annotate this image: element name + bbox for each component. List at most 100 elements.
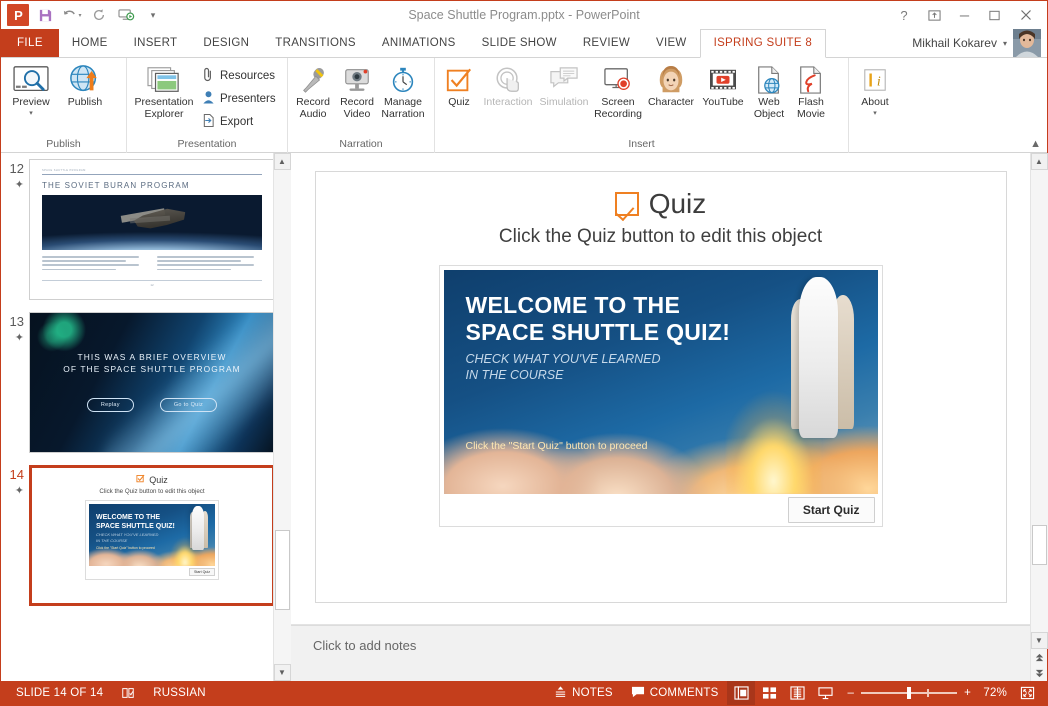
animation-star-icon[interactable]: ✦ [5,178,24,192]
slide-thumbnail-12[interactable]: SPACE SHUTTLE PROGRAM THE SOVIET BURAN P… [29,159,275,300]
previous-slide-button[interactable] [1031,649,1048,665]
help-button[interactable]: ? [889,3,919,27]
scroll-up-arrow-icon[interactable]: ▲ [273,153,291,170]
ribbon-group-narration: Record Audio Record Video Manage Narrati… [288,58,435,153]
slide-thumbnail-14[interactable]: Quiz Click the Quiz button to edit this … [29,465,275,606]
next-slide-button[interactable] [1031,665,1048,681]
list-item[interactable]: 14 ✦ Quiz Click the Quiz button to edit [1,465,290,618]
tab-slide-show[interactable]: SLIDE SHOW [469,29,570,57]
record-audio-button[interactable]: Record Audio [291,61,335,120]
thumbnail-number: 12 [9,161,24,176]
tab-home[interactable]: HOME [59,29,121,57]
tab-view[interactable]: VIEW [643,29,700,57]
reading-view-button[interactable] [783,681,811,705]
zoom-percent[interactable]: 72% [979,687,1007,699]
animation-star-icon[interactable]: ✦ [5,484,24,498]
comments-toggle-button[interactable]: COMMENTS [622,681,728,705]
notes-pane[interactable]: Click to add notes [291,625,1030,681]
interaction-button[interactable]: Interaction [480,61,536,109]
simulation-dialog-icon [549,63,579,97]
slide-subtitle-bold: Quiz [577,226,617,247]
flash-movie-button[interactable]: Flash Movie [790,61,832,120]
scroll-thumb[interactable] [274,530,290,610]
publish-button[interactable]: Publish [58,61,112,109]
zoom-in-button[interactable]: + [964,687,971,699]
scroll-down-arrow-icon[interactable]: ▼ [273,664,291,681]
resources-button[interactable]: Resources [198,64,280,87]
account-caret-icon[interactable]: ▾ [1003,39,1007,48]
zoom-midpoint-tick [927,689,929,698]
character-button[interactable]: Character [644,61,698,109]
zoom-out-button[interactable]: – [847,687,854,699]
about-button[interactable]: i About ▾ [852,61,898,117]
maximize-button[interactable] [979,3,1009,27]
screen-recording-button[interactable]: Screen Recording [592,61,644,120]
list-item[interactable]: 13 ✦ THIS WAS A BRIEF OVERVIEW OF THE SP… [1,312,290,465]
quiz-object-card[interactable]: WELCOME TO THE SPACE SHUTTLE QUIZ! CHECK… [438,265,883,527]
scroll-thumb[interactable] [1031,525,1047,565]
tab-design[interactable]: DESIGN [190,29,262,57]
record-audio-label: Record Audio [296,96,330,120]
web-object-button[interactable]: Web Object [748,61,790,120]
undo-icon[interactable]: ▾ [59,3,85,27]
close-button[interactable] [1009,3,1043,27]
start-presentation-icon[interactable] [113,3,139,27]
zoom-handle[interactable] [907,687,912,700]
scroll-down-arrow-icon[interactable]: ▼ [1030,632,1048,649]
ribbon-display-options-button[interactable] [919,3,949,27]
tab-review[interactable]: REVIEW [570,29,643,57]
tab-ispring-suite-8[interactable]: ISPRING SUITE 8 [699,29,827,58]
slide-canvas[interactable]: Quiz Click the Quiz button to edit this … [314,171,1007,603]
tab-animations[interactable]: ANIMATIONS [369,29,469,57]
tab-insert[interactable]: INSERT [121,29,191,57]
slide-show-button[interactable] [811,681,839,705]
tab-file[interactable]: FILE [1,29,59,57]
slide-editor-pane: Quiz Click the Quiz button to edit this … [291,153,1030,681]
tab-transitions[interactable]: TRANSITIONS [262,29,369,57]
slide-thumbnail-pane: 12 ✦ SPACE SHUTTLE PROGRAM THE SOVIET BU… [1,153,291,681]
preview-button[interactable]: Preview ▾ [4,61,58,117]
zoom-track[interactable] [861,687,958,700]
slide13-buttons: Replay Go to Quiz [30,397,274,412]
save-icon[interactable] [32,3,58,27]
slide-sorter-view-button[interactable] [755,681,783,705]
export-button[interactable]: Export [198,110,280,133]
quiz-button[interactable]: Quiz [438,61,480,109]
minimize-button[interactable] [949,3,979,27]
collapse-ribbon-icon[interactable]: ▲ [1030,138,1041,150]
slide13-goto-quiz-button[interactable]: Go to Quiz [159,397,218,412]
presenters-button[interactable]: Presenters [198,87,280,110]
slide14-start-quiz-button[interactable]: Start Quiz [189,568,215,576]
animation-star-icon[interactable]: ✦ [5,331,24,345]
notes-toggle-button[interactable]: NOTES [545,681,622,705]
language-indicator[interactable]: RUSSIAN [144,681,215,705]
preview-caret-icon[interactable]: ▾ [29,110,33,117]
youtube-button[interactable]: YouTube [698,61,748,109]
zoom-slider[interactable]: – + [839,687,979,700]
scroll-track[interactable] [1030,170,1048,632]
start-quiz-button[interactable]: Start Quiz [787,497,875,523]
list-item[interactable]: 12 ✦ SPACE SHUTTLE PROGRAM THE SOVIET BU… [1,159,290,312]
slide-scrollbar[interactable]: ▲ ▼ [1030,153,1048,681]
fit-slide-to-window-button[interactable] [1013,681,1041,705]
redo-icon[interactable] [86,3,112,27]
slide-thumbnail-13[interactable]: THIS WAS A BRIEF OVERVIEW OF THE SPACE S… [29,312,275,453]
record-video-button[interactable]: Record Video [335,61,379,120]
manage-narration-button[interactable]: Manage Narration [379,61,427,120]
scroll-up-arrow-icon[interactable]: ▲ [1030,153,1048,170]
avatar[interactable] [1013,29,1041,57]
simulation-button[interactable]: Simulation [536,61,592,109]
slide13-line2: OF THE SPACE SHUTTLE PROGRAM [63,363,241,374]
page-title: Quiz [648,188,707,219]
paperclip-icon [202,67,215,85]
about-caret-icon[interactable]: ▾ [873,110,877,117]
thumbnail-scrollbar[interactable]: ▲ ▼ [273,153,291,681]
scroll-track[interactable] [273,170,291,664]
notes-placeholder[interactable]: Click to add notes [291,626,1030,653]
slide-counter[interactable]: SLIDE 14 OF 14 [7,681,112,705]
presentation-explorer-button[interactable]: Presentation Explorer [130,61,198,120]
spell-check-icon[interactable] [112,681,144,705]
normal-view-button[interactable] [727,681,756,705]
customize-quick-access-icon[interactable]: ▾ [140,3,166,27]
slide13-replay-button[interactable]: Replay [86,397,134,412]
